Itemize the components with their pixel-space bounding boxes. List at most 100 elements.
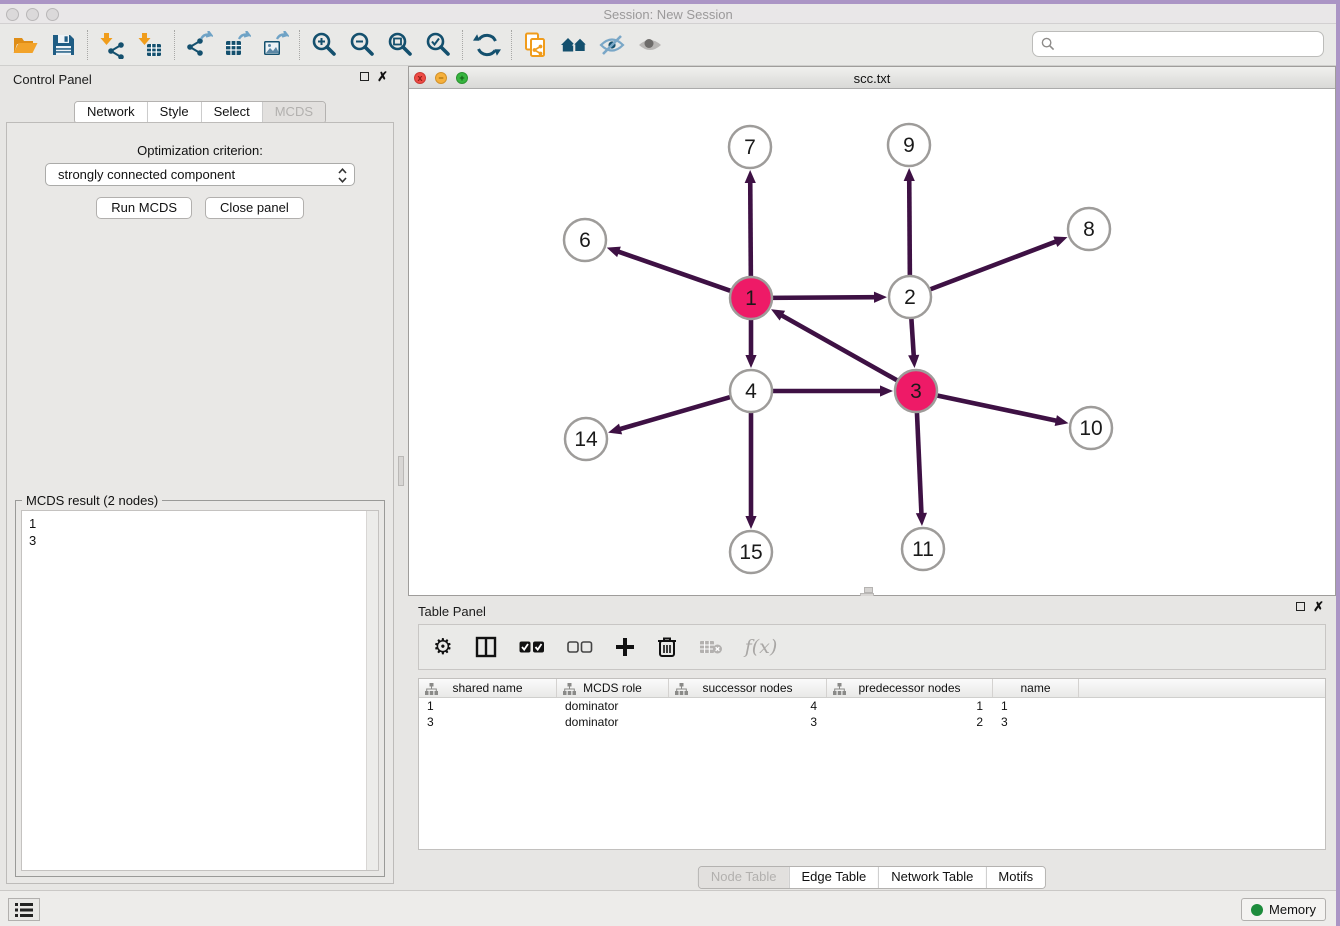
edge-2-9[interactable] <box>909 179 910 279</box>
zoom-selected-button[interactable] <box>419 28 457 62</box>
select-all-columns-button[interactable] <box>519 632 545 662</box>
node-6[interactable]: 6 <box>564 219 606 261</box>
column-header-name[interactable]: name <box>993 679 1079 697</box>
edge-2-3[interactable] <box>911 315 914 357</box>
run-mcds-button[interactable]: Run MCDS <box>96 197 192 219</box>
cell-MCDS-role[interactable]: dominator <box>557 698 669 714</box>
column-browser-button[interactable] <box>475 632 497 662</box>
arrowhead-1-2 <box>874 292 887 303</box>
cell-MCDS-role[interactable]: dominator <box>557 714 669 730</box>
checked-boxes-icon <box>519 641 545 654</box>
column-header-label: predecessor nodes <box>858 681 960 695</box>
cell-shared-name[interactable]: 1 <box>419 698 557 714</box>
tab-style[interactable]: Style <box>147 102 201 123</box>
tab-select[interactable]: Select <box>201 102 262 123</box>
close-panel-icon[interactable]: ✗ <box>377 72 388 81</box>
column-header-MCDS-role[interactable]: MCDS role <box>557 679 669 697</box>
node-1[interactable]: 1 <box>730 277 772 319</box>
tab-mcds[interactable]: MCDS <box>262 102 325 123</box>
arrowhead-4-3 <box>880 385 893 396</box>
node-2[interactable]: 2 <box>889 276 931 318</box>
memory-status-icon <box>1251 904 1263 916</box>
unselect-all-columns-button[interactable] <box>567 632 593 662</box>
result-scrollbar[interactable] <box>366 511 378 870</box>
delete-table-button-disabled <box>699 632 723 662</box>
tab-network-table[interactable]: Network Table <box>878 867 985 888</box>
first-neighbors-button[interactable] <box>555 28 593 62</box>
tab-edge-table[interactable]: Edge Table <box>788 867 878 888</box>
export-network-button[interactable] <box>180 28 218 62</box>
node-7[interactable]: 7 <box>729 126 771 168</box>
network-window-titlebar[interactable]: x − + scc.txt <box>409 67 1335 89</box>
edge-3-11[interactable] <box>917 409 922 515</box>
zoom-fit-button[interactable] <box>381 28 419 62</box>
vertical-splitter-handle[interactable] <box>398 456 404 486</box>
apply-layout-button[interactable] <box>468 28 506 62</box>
table-row[interactable]: 3dominator323 <box>419 714 1325 730</box>
mcds-result-values: 1 3 <box>29 515 36 549</box>
tab-motifs[interactable]: Motifs <box>985 867 1045 888</box>
arrowhead-2-3 <box>908 355 919 368</box>
table-options-button[interactable]: ⚙ <box>433 632 453 662</box>
table-row[interactable]: 1dominator411 <box>419 698 1325 714</box>
create-column-button[interactable] <box>615 632 635 662</box>
edge-1-2[interactable] <box>769 297 876 298</box>
edge-3-10[interactable] <box>934 395 1058 421</box>
cell-name[interactable]: 1 <box>993 698 1079 714</box>
float-panel-icon[interactable] <box>360 72 369 81</box>
delete-columns-button[interactable] <box>657 632 677 662</box>
edge-1-6[interactable] <box>617 251 734 292</box>
task-history-button[interactable] <box>8 898 40 921</box>
optimization-criterion-label: Optimization criterion: <box>7 143 393 158</box>
column-header-successor-nodes[interactable]: successor nodes <box>669 679 827 697</box>
float-table-panel-icon[interactable] <box>1296 602 1305 611</box>
zoom-out-icon <box>348 31 376 59</box>
node-4[interactable]: 4 <box>730 370 772 412</box>
optimization-criterion-select[interactable]: strongly connected component <box>45 163 355 186</box>
column-header-shared-name[interactable]: shared name <box>419 679 557 697</box>
cell-name[interactable]: 3 <box>993 714 1079 730</box>
export-image-button[interactable] <box>256 28 294 62</box>
search-input[interactable] <box>1032 31 1324 57</box>
import-table-button[interactable] <box>131 28 169 62</box>
close-table-panel-icon[interactable]: ✗ <box>1313 602 1324 611</box>
edge-4-14[interactable] <box>619 396 734 429</box>
edge-1-7[interactable] <box>750 181 751 280</box>
node-11[interactable]: 11 <box>902 528 944 570</box>
node-15[interactable]: 15 <box>730 531 772 573</box>
zoom-in-button[interactable] <box>305 28 343 62</box>
tab-network[interactable]: Network <box>75 102 147 123</box>
function-builder-button-disabled: f(x) <box>745 632 778 662</box>
column-header-predecessor-nodes[interactable]: predecessor nodes <box>827 679 993 697</box>
hide-selected-button[interactable] <box>593 28 631 62</box>
export-table-button[interactable] <box>218 28 256 62</box>
edge-2-8[interactable] <box>927 241 1057 291</box>
cell-successor-nodes[interactable]: 4 <box>669 698 827 714</box>
node-3[interactable]: 3 <box>895 370 937 412</box>
new-network-from-selection-button[interactable] <box>517 28 555 62</box>
node-14[interactable]: 14 <box>565 418 607 460</box>
arrowhead-2-9 <box>904 168 915 181</box>
cell-successor-nodes[interactable]: 3 <box>669 714 827 730</box>
edge-3-1[interactable] <box>781 315 901 382</box>
cell-predecessor-nodes[interactable]: 1 <box>827 698 993 714</box>
save-session-button[interactable] <box>44 28 82 62</box>
open-session-button[interactable] <box>6 28 44 62</box>
attribute-icon <box>563 683 576 695</box>
cell-shared-name[interactable]: 3 <box>419 714 557 730</box>
close-panel-button[interactable]: Close panel <box>205 197 304 219</box>
memory-button[interactable]: Memory <box>1241 898 1326 921</box>
node-8[interactable]: 8 <box>1068 208 1110 250</box>
eye-icon <box>636 31 664 59</box>
import-table-icon <box>136 31 164 59</box>
zoom-out-button[interactable] <box>343 28 381 62</box>
import-network-button[interactable] <box>93 28 131 62</box>
node-10[interactable]: 10 <box>1070 407 1112 449</box>
table-toolbar: ⚙ f(x) <box>418 624 1326 670</box>
main-toolbar <box>0 24 1336 66</box>
node-9[interactable]: 9 <box>888 124 930 166</box>
network-canvas[interactable]: 7 9 6 8 1 2 4 3 14 10 15 11 <box>409 89 1335 593</box>
cell-predecessor-nodes[interactable]: 2 <box>827 714 993 730</box>
show-all-button[interactable] <box>631 28 669 62</box>
tab-node-table[interactable]: Node Table <box>699 867 789 888</box>
